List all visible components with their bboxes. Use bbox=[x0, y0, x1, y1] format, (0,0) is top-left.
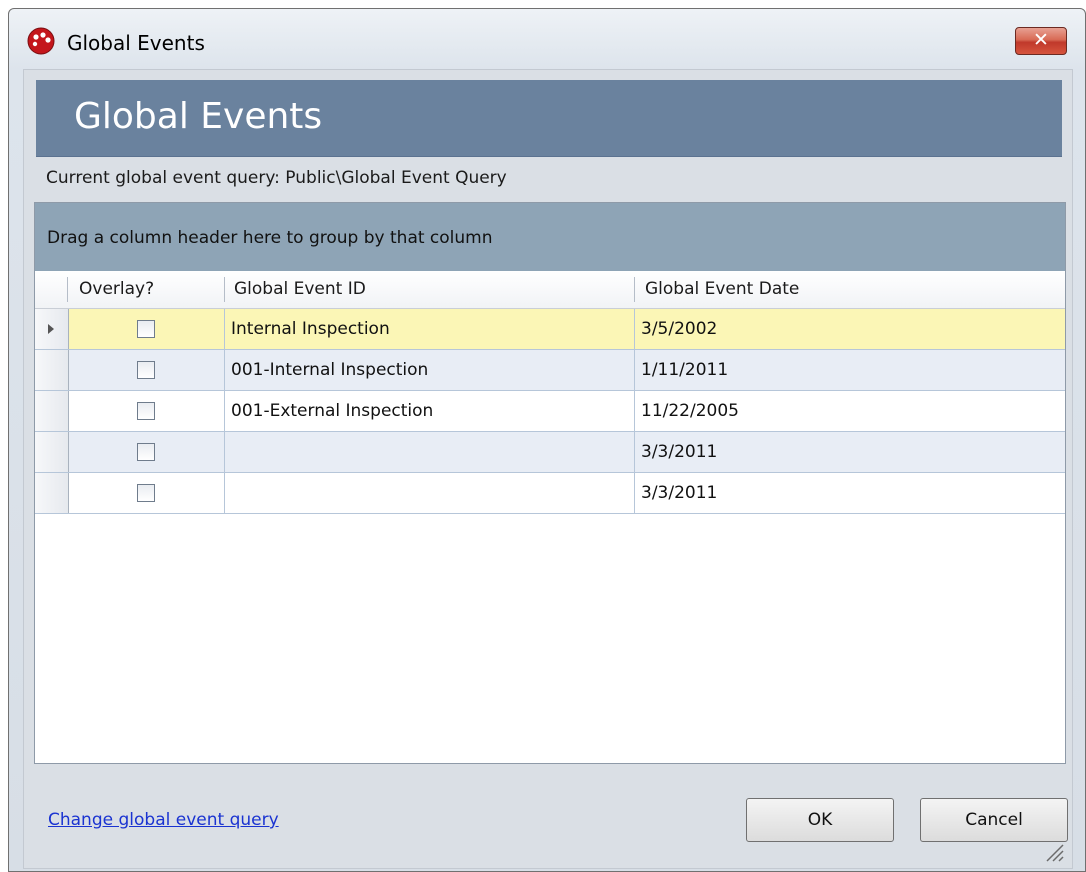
app-logo-icon bbox=[27, 27, 55, 55]
dialog-body: Global Events Current global event query… bbox=[23, 69, 1073, 869]
overlay-checkbox[interactable] bbox=[137, 443, 155, 461]
overlay-checkbox[interactable] bbox=[137, 320, 155, 338]
group-by-panel[interactable]: Drag a column header here to group by th… bbox=[35, 203, 1065, 272]
row-indicator[interactable] bbox=[35, 432, 69, 472]
global-event-id-cell[interactable]: 001-External Inspection bbox=[225, 391, 635, 431]
close-button[interactable]: ✕ bbox=[1015, 27, 1067, 55]
header-separator bbox=[67, 277, 68, 302]
global-event-date-cell[interactable]: 3/5/2002 bbox=[635, 309, 1065, 349]
change-query-link[interactable]: Change global event query bbox=[48, 810, 279, 830]
title-bar[interactable]: Global Events ✕ bbox=[9, 9, 1085, 77]
global-event-id-cell[interactable]: 001-Internal Inspection bbox=[225, 350, 635, 390]
column-header-global-event-date[interactable]: Global Event Date bbox=[645, 271, 1045, 308]
current-query-label: Current global event query: Public\Globa… bbox=[46, 168, 507, 188]
global-event-date-cell[interactable]: 11/22/2005 bbox=[635, 391, 1065, 431]
page-title: Global Events bbox=[74, 96, 323, 137]
global-event-id-cell[interactable]: Internal Inspection bbox=[225, 309, 635, 349]
global-event-date-cell[interactable]: 3/3/2011 bbox=[635, 432, 1065, 472]
column-header-overlay[interactable]: Overlay? bbox=[79, 271, 219, 308]
table-row[interactable]: 3/3/2011 bbox=[35, 432, 1065, 473]
global-event-id-cell[interactable] bbox=[225, 432, 635, 472]
header-banner: Global Events bbox=[36, 80, 1062, 157]
overlay-checkbox[interactable] bbox=[137, 361, 155, 379]
global-event-id-cell[interactable] bbox=[225, 473, 635, 513]
row-indicator[interactable] bbox=[35, 309, 69, 349]
window-title: Global Events bbox=[67, 31, 205, 55]
table-row[interactable]: 001-External Inspection 11/22/2005 bbox=[35, 391, 1065, 432]
row-indicator[interactable] bbox=[35, 350, 69, 390]
row-indicator[interactable] bbox=[35, 473, 69, 513]
global-events-grid: Drag a column header here to group by th… bbox=[34, 202, 1066, 764]
header-separator bbox=[224, 277, 225, 302]
table-row[interactable]: 3/3/2011 bbox=[35, 473, 1065, 514]
overlay-checkbox[interactable] bbox=[137, 484, 155, 502]
current-row-arrow-icon bbox=[48, 324, 54, 334]
table-row[interactable]: 001-Internal Inspection 1/11/2011 bbox=[35, 350, 1065, 391]
overlay-checkbox[interactable] bbox=[137, 402, 155, 420]
column-header-global-event-id[interactable]: Global Event ID bbox=[234, 271, 634, 308]
resize-grip-icon[interactable] bbox=[1042, 840, 1064, 862]
ok-button[interactable]: OK bbox=[746, 798, 894, 842]
global-event-date-cell[interactable]: 3/3/2011 bbox=[635, 473, 1065, 513]
group-by-hint: Drag a column header here to group by th… bbox=[47, 228, 493, 248]
global-event-date-cell[interactable]: 1/11/2011 bbox=[635, 350, 1065, 390]
dialog-window: Global Events ✕ Global Events Current gl… bbox=[8, 8, 1086, 872]
header-separator bbox=[634, 277, 635, 302]
table-row[interactable]: Internal Inspection 3/5/2002 bbox=[35, 309, 1065, 350]
column-header-row: Overlay? Global Event ID Global Event Da… bbox=[35, 271, 1065, 309]
cancel-button[interactable]: Cancel bbox=[920, 798, 1068, 842]
row-indicator[interactable] bbox=[35, 391, 69, 431]
